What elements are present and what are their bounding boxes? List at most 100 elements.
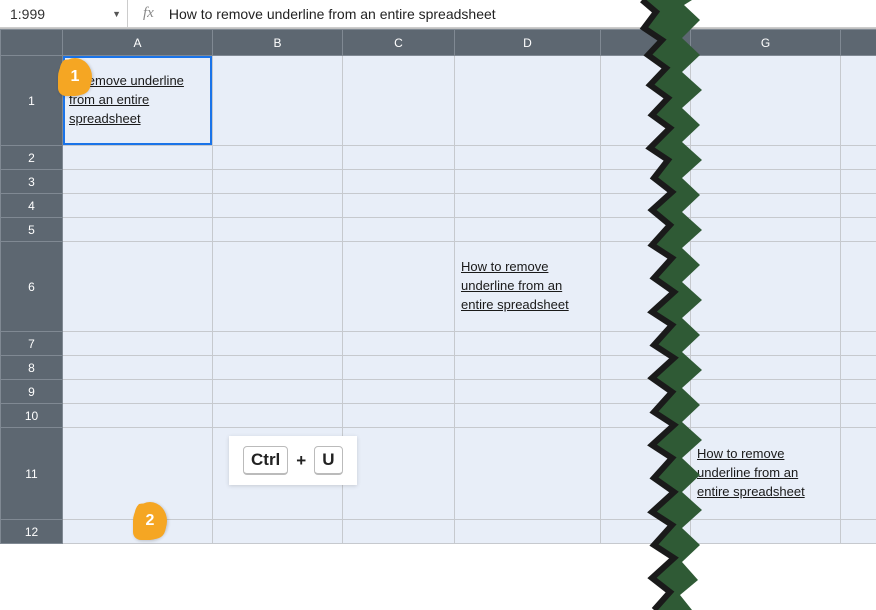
column-header[interactable]: B <box>213 30 343 56</box>
cell[interactable] <box>455 332 601 356</box>
column-header[interactable] <box>671 30 691 56</box>
cell[interactable] <box>343 218 455 242</box>
cell[interactable] <box>213 56 343 146</box>
cell[interactable] <box>343 404 455 428</box>
formula-input[interactable] <box>169 0 876 27</box>
cell[interactable] <box>841 380 876 404</box>
cell[interactable] <box>671 380 691 404</box>
cell[interactable] <box>691 218 841 242</box>
cell[interactable] <box>343 380 455 404</box>
cell[interactable] <box>841 56 876 146</box>
cell[interactable] <box>343 56 455 146</box>
column-header[interactable]: D <box>455 30 601 56</box>
cell[interactable] <box>601 56 671 146</box>
cell[interactable] <box>691 356 841 380</box>
row-header[interactable]: 1 <box>1 56 63 146</box>
cell[interactable] <box>455 146 601 170</box>
cell[interactable] <box>601 356 671 380</box>
cell[interactable] <box>213 146 343 170</box>
cell[interactable] <box>455 520 601 544</box>
row-header[interactable]: 2 <box>1 146 63 170</box>
cell[interactable] <box>671 242 691 332</box>
cell[interactable] <box>63 404 213 428</box>
cell[interactable] <box>841 194 876 218</box>
cell-d6[interactable]: How to remove underline from an entire s… <box>455 242 601 332</box>
cell[interactable] <box>343 356 455 380</box>
cell[interactable] <box>213 520 343 544</box>
cell[interactable] <box>691 380 841 404</box>
cell[interactable] <box>601 404 671 428</box>
cell[interactable] <box>671 218 691 242</box>
cell[interactable] <box>63 194 213 218</box>
cell[interactable] <box>213 404 343 428</box>
cell[interactable] <box>691 520 841 544</box>
row-header[interactable]: 11 <box>1 428 63 520</box>
cell[interactable] <box>213 356 343 380</box>
cell[interactable] <box>671 404 691 428</box>
cell[interactable] <box>671 356 691 380</box>
cell[interactable] <box>841 218 876 242</box>
cell[interactable] <box>213 332 343 356</box>
cell[interactable] <box>63 218 213 242</box>
cell[interactable] <box>601 520 671 544</box>
row-header[interactable]: 4 <box>1 194 63 218</box>
cell[interactable] <box>601 242 671 332</box>
cell[interactable] <box>601 380 671 404</box>
cell[interactable] <box>601 332 671 356</box>
cell[interactable] <box>343 242 455 332</box>
cell[interactable] <box>691 170 841 194</box>
row-header[interactable]: 9 <box>1 380 63 404</box>
cell[interactable] <box>691 56 841 146</box>
cell[interactable] <box>841 242 876 332</box>
cell[interactable] <box>63 170 213 194</box>
cell-g11[interactable]: How to remove underline from an entire s… <box>691 428 841 520</box>
cell[interactable] <box>601 194 671 218</box>
cell[interactable] <box>343 520 455 544</box>
column-header[interactable]: G <box>691 30 841 56</box>
column-header[interactable] <box>841 30 876 56</box>
cell[interactable] <box>343 194 455 218</box>
cell[interactable] <box>601 170 671 194</box>
cell[interactable] <box>601 218 671 242</box>
cell[interactable] <box>841 332 876 356</box>
column-header[interactable]: A <box>63 30 213 56</box>
row-header[interactable]: 12 <box>1 520 63 544</box>
cell[interactable] <box>691 242 841 332</box>
cell[interactable] <box>671 520 691 544</box>
cell[interactable] <box>455 356 601 380</box>
row-header[interactable]: 10 <box>1 404 63 428</box>
cell[interactable] <box>691 332 841 356</box>
name-box[interactable]: 1:999 ▼ <box>0 0 128 27</box>
cell[interactable] <box>841 520 876 544</box>
cell[interactable] <box>455 194 601 218</box>
cell[interactable] <box>63 242 213 332</box>
cell[interactable] <box>213 218 343 242</box>
cell[interactable] <box>343 146 455 170</box>
cell[interactable] <box>671 170 691 194</box>
cell[interactable] <box>671 194 691 218</box>
cell[interactable] <box>455 428 601 520</box>
cell[interactable] <box>671 56 691 146</box>
cell[interactable] <box>63 356 213 380</box>
cell[interactable] <box>455 404 601 428</box>
cell[interactable] <box>63 146 213 170</box>
column-header[interactable] <box>601 30 671 56</box>
row-header[interactable]: 7 <box>1 332 63 356</box>
cell[interactable] <box>671 428 691 520</box>
column-header[interactable]: C <box>343 30 455 56</box>
cell[interactable] <box>601 146 671 170</box>
cell[interactable] <box>343 428 455 520</box>
cell[interactable] <box>213 242 343 332</box>
cell[interactable] <box>455 218 601 242</box>
row-header[interactable]: 8 <box>1 356 63 380</box>
cell[interactable] <box>841 428 876 520</box>
cell[interactable] <box>213 194 343 218</box>
cell[interactable] <box>213 170 343 194</box>
cell[interactable] <box>63 380 213 404</box>
cell[interactable] <box>671 332 691 356</box>
cell[interactable] <box>455 170 601 194</box>
select-all-corner[interactable] <box>1 30 63 56</box>
cell[interactable] <box>213 380 343 404</box>
cell[interactable] <box>841 146 876 170</box>
cell[interactable] <box>343 332 455 356</box>
